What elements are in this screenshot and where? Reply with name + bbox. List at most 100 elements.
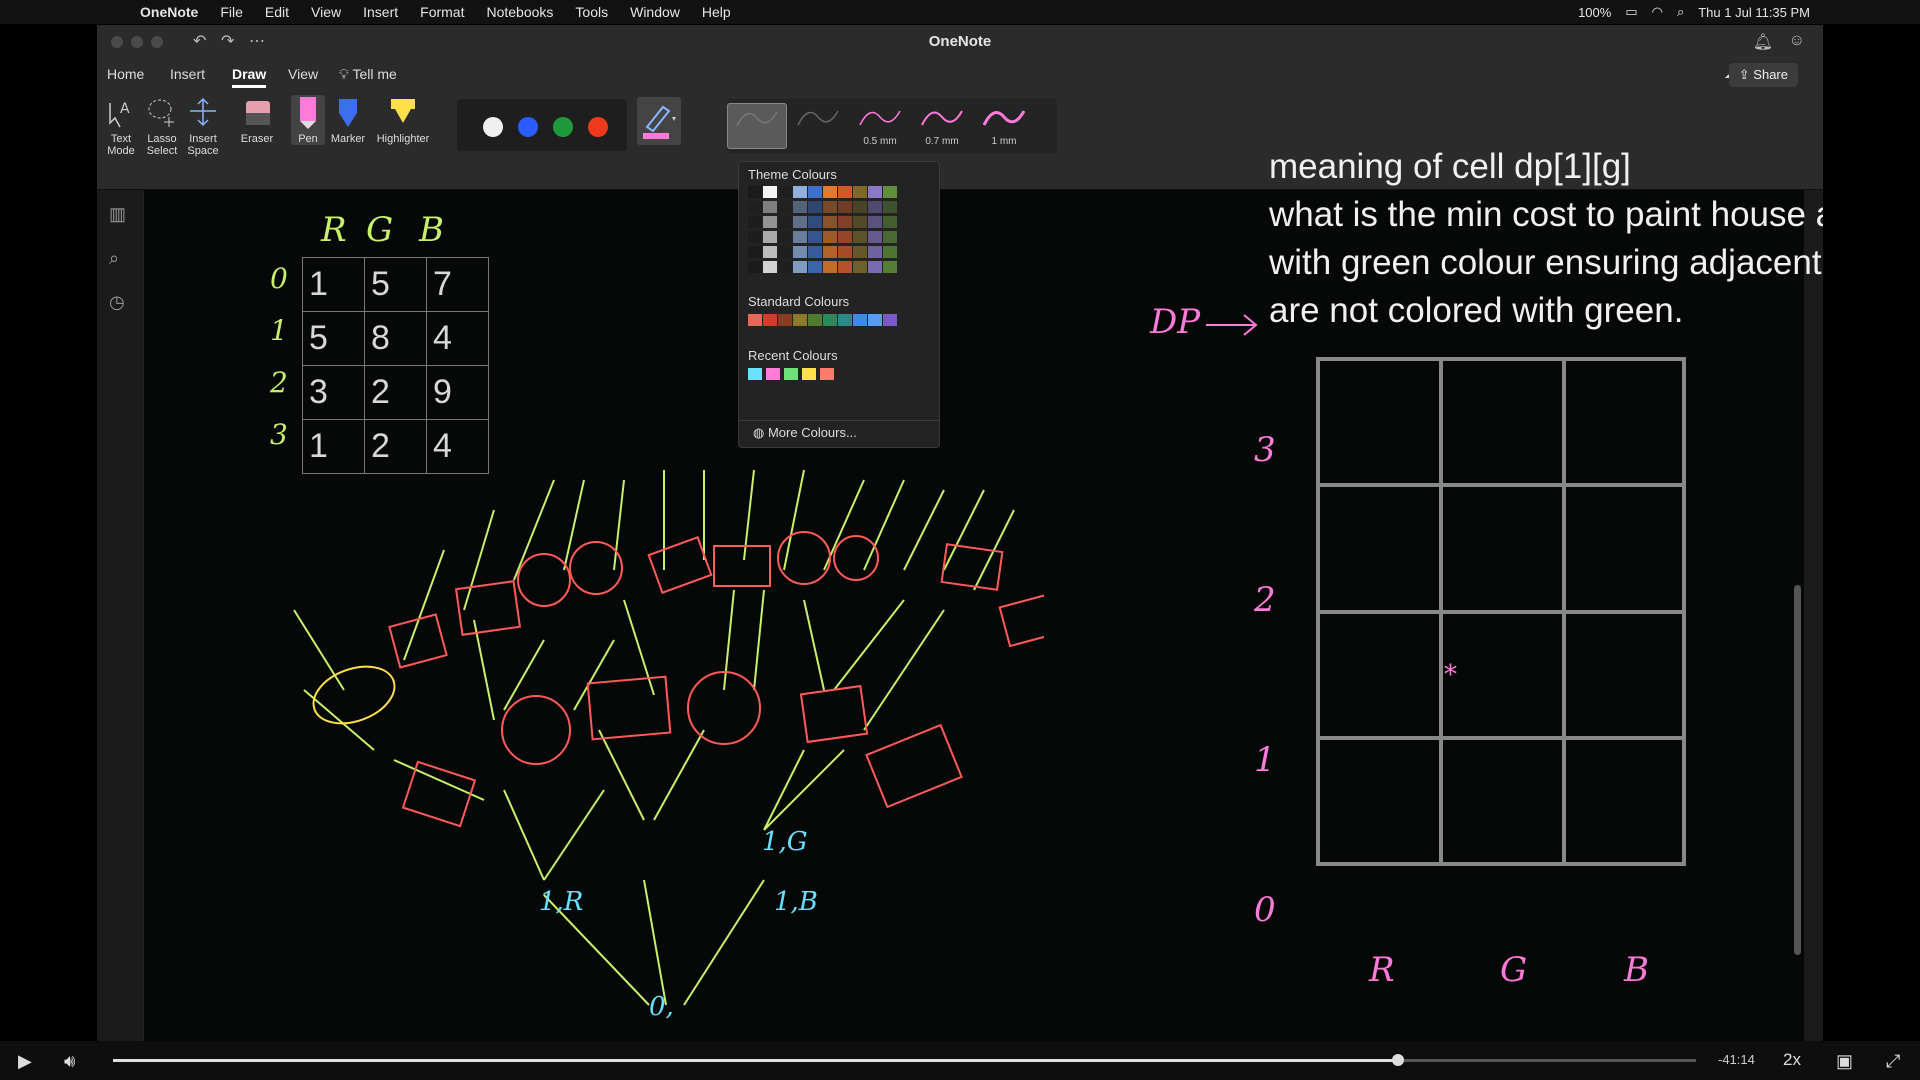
notebooks-icon[interactable]: ▥ — [109, 204, 126, 225]
colour-swatch[interactable] — [748, 231, 762, 243]
colour-swatch[interactable] — [853, 216, 867, 228]
colour-swatch[interactable] — [763, 201, 777, 213]
menu-edit[interactable]: Edit — [265, 4, 289, 20]
spotlight-icon[interactable]: ⌕ — [1677, 4, 1684, 20]
colour-picker-button[interactable] — [637, 97, 681, 145]
colour-swatch[interactable] — [748, 201, 762, 213]
colour-swatch[interactable] — [748, 186, 762, 198]
colour-swatch[interactable] — [763, 216, 777, 228]
colour-swatch[interactable] — [823, 246, 837, 258]
colour-swatch[interactable] — [883, 314, 897, 326]
marker-button[interactable]: Marker — [329, 95, 367, 145]
colour-swatch[interactable] — [838, 201, 852, 213]
colour-swatch[interactable] — [793, 216, 807, 228]
colour-swatch[interactable] — [868, 246, 882, 258]
pen-preset-5[interactable]: 1 mm — [975, 103, 1033, 147]
tell-me-search[interactable]: 💡︎ Tell me — [339, 66, 397, 83]
colour-swatch[interactable] — [763, 186, 777, 198]
text-mode-button[interactable]: A Text Mode — [103, 95, 139, 157]
colour-swatch[interactable] — [838, 261, 852, 273]
bell-icon[interactable]: 🔔︎ — [1753, 32, 1773, 52]
colour-swatch[interactable] — [778, 216, 792, 228]
colour-swatch[interactable] — [823, 261, 837, 273]
colour-swatch[interactable] — [808, 261, 822, 273]
colour-swatch[interactable] — [853, 231, 867, 243]
colour-swatch[interactable] — [883, 246, 897, 258]
colour-swatch[interactable] — [853, 186, 867, 198]
highlighter-button[interactable]: Highlighter — [373, 95, 433, 145]
page-canvas[interactable]: R G B 0 1 2 3 157 584 329 124 1,R 1,G 1,… — [144, 147, 1823, 1041]
more-colours-button[interactable]: ◍ More Colours... — [739, 420, 939, 445]
recent-icon[interactable]: ◷ — [109, 292, 125, 313]
clock[interactable]: Thu 1 Jul 11:35 PM — [1698, 5, 1810, 20]
colour-swatch[interactable] — [838, 216, 852, 228]
colour-swatch[interactable] — [838, 246, 852, 258]
colour-swatch[interactable] — [748, 246, 762, 258]
tab-insert[interactable]: Insert — [170, 66, 205, 82]
colour-swatch[interactable] — [808, 231, 822, 243]
colour-swatch[interactable] — [823, 201, 837, 213]
colour-swatch[interactable] — [748, 216, 762, 228]
tab-draw[interactable]: Draw — [232, 66, 267, 88]
tab-home[interactable]: Home — [107, 66, 144, 82]
colour-swatch[interactable] — [838, 314, 852, 326]
colour-swatch[interactable] — [808, 216, 822, 228]
volume-icon[interactable]: 🔊︎ — [64, 1051, 75, 1072]
white-swatch[interactable] — [483, 117, 503, 137]
colour-swatch[interactable] — [853, 246, 867, 258]
colour-swatch[interactable] — [838, 231, 852, 243]
colour-swatch[interactable] — [763, 261, 777, 273]
colour-swatch[interactable] — [883, 261, 897, 273]
lasso-select-button[interactable]: Lasso Select — [143, 95, 181, 157]
seek-bar[interactable] — [113, 1054, 1696, 1066]
colour-swatch[interactable] — [868, 201, 882, 213]
green-swatch[interactable] — [553, 117, 573, 137]
colour-swatch[interactable] — [868, 231, 882, 243]
eraser-button[interactable]: Eraser — [237, 95, 277, 145]
colour-swatch[interactable] — [808, 201, 822, 213]
share-button[interactable]: ⇪ Share — [1728, 63, 1798, 87]
colour-swatch[interactable] — [763, 314, 777, 326]
menu-insert[interactable]: Insert — [363, 4, 398, 20]
colour-swatch[interactable] — [808, 314, 822, 326]
play-icon[interactable]: ▶ — [18, 1051, 32, 1072]
colour-swatch[interactable] — [778, 186, 792, 198]
search-icon[interactable]: ⌕ — [109, 248, 119, 269]
colour-swatch[interactable] — [823, 231, 837, 243]
playback-rate[interactable]: 2x — [1783, 1050, 1801, 1070]
recent-colour-swatch[interactable] — [748, 368, 762, 380]
menu-view[interactable]: View — [311, 4, 341, 20]
insert-space-button[interactable]: Insert Space — [183, 95, 223, 157]
colour-swatch[interactable] — [838, 186, 852, 198]
wifi-icon[interactable]: ◠ — [1652, 4, 1663, 20]
menu-help[interactable]: Help — [702, 4, 731, 20]
menu-format[interactable]: Format — [420, 4, 464, 20]
pip-icon[interactable]: ▣ — [1836, 1051, 1853, 1072]
menu-file[interactable]: File — [220, 4, 243, 20]
pen-preset-1[interactable] — [727, 103, 787, 149]
colour-swatch[interactable] — [763, 231, 777, 243]
colour-swatch[interactable] — [868, 314, 882, 326]
colour-swatch[interactable] — [793, 261, 807, 273]
battery-icon[interactable]: ▭ — [1625, 4, 1637, 20]
colour-swatch[interactable] — [778, 261, 792, 273]
colour-swatch[interactable] — [778, 246, 792, 258]
menu-notebooks[interactable]: Notebooks — [486, 4, 553, 20]
colour-swatch[interactable] — [793, 201, 807, 213]
colour-swatch[interactable] — [868, 261, 882, 273]
colour-swatch[interactable] — [793, 314, 807, 326]
pen-button[interactable]: Pen — [291, 95, 325, 145]
tab-view[interactable]: View — [288, 66, 318, 82]
pen-preset-4[interactable]: 0.7 mm — [913, 103, 971, 147]
colour-swatch[interactable] — [748, 261, 762, 273]
colour-swatch[interactable] — [763, 246, 777, 258]
red-swatch[interactable] — [588, 117, 608, 137]
pen-preset-2[interactable] — [789, 103, 847, 147]
colour-swatch[interactable] — [808, 186, 822, 198]
menu-window[interactable]: Window — [630, 4, 680, 20]
recent-colour-swatch[interactable] — [820, 368, 834, 380]
colour-swatch[interactable] — [883, 201, 897, 213]
colour-swatch[interactable] — [823, 314, 837, 326]
pen-preset-3[interactable]: 0.5 mm — [851, 103, 909, 147]
colour-swatch[interactable] — [868, 216, 882, 228]
